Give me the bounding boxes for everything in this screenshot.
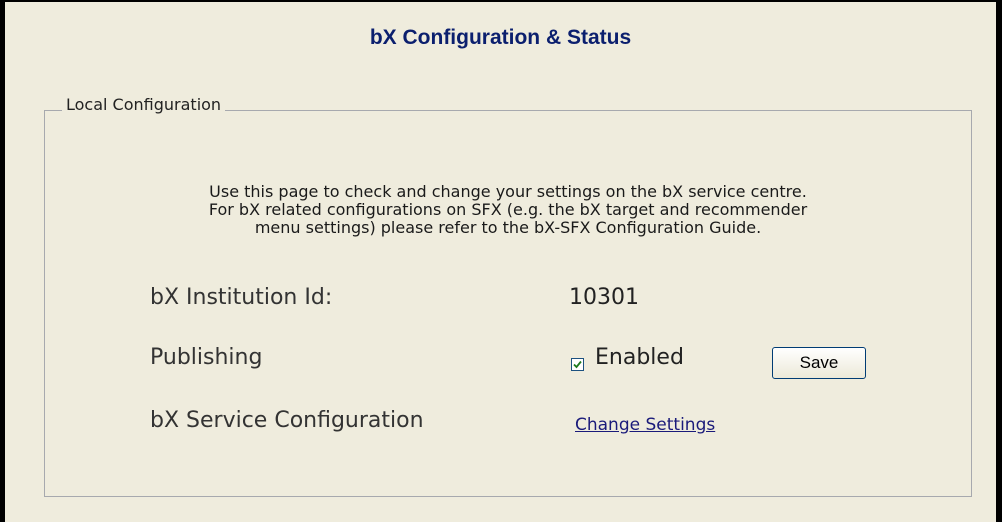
publishing-enabled-checkbox[interactable] [571,358,584,371]
change-settings-link[interactable]: Change Settings [575,415,715,435]
save-button[interactable]: Save [772,347,866,379]
intro-line: For bX related configurations on SFX (e.… [208,200,808,219]
institution-id-label: bX Institution Id: [150,285,333,310]
checkbox-checked-icon [573,360,582,369]
intro-text: Use this page to check and change your s… [45,183,971,237]
intro-line: Use this page to check and change your s… [209,182,807,201]
service-configuration-label: bX Service Configuration [150,408,424,433]
intro-line: menu settings) please refer to the bX-SF… [254,218,762,237]
enabled-label[interactable]: Enabled [595,345,684,370]
fieldset-legend: Local Configuration [62,95,226,114]
config-status-panel: bX Configuration & Status Local Configur… [0,0,1002,522]
page-title: bX Configuration & Status [369,26,632,49]
publishing-label: Publishing [150,345,263,370]
institution-id-value: 10301 [569,285,639,310]
local-configuration-fieldset: Local Configuration Use this page to che… [44,95,972,497]
